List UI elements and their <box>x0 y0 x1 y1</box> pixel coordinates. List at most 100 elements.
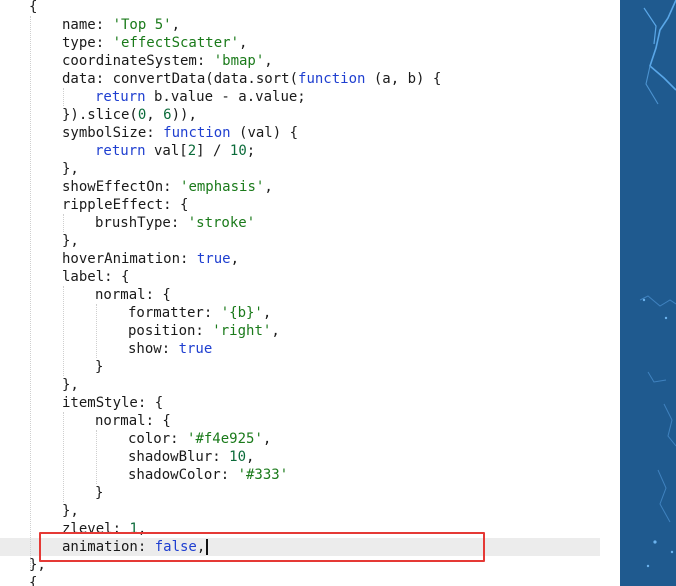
code-token: data: convertData(data.sort( <box>62 71 299 87</box>
code-token: function <box>163 125 231 141</box>
code-token: }).slice( <box>62 107 138 123</box>
code-line[interactable]: brushType: 'stroke' <box>0 214 600 232</box>
code-token: , <box>171 17 181 33</box>
code-text: name: 'Top 5', <box>62 16 180 34</box>
code-line[interactable]: symbolSize: function (val) { <box>0 124 600 142</box>
code-line[interactable]: }).slice(0, 6)), <box>0 106 600 124</box>
code-token: )), <box>171 107 197 123</box>
code-token: function <box>298 71 366 87</box>
map-preview-panel[interactable] <box>620 0 676 586</box>
code-text: } <box>95 358 103 376</box>
code-token: itemStyle: { <box>62 395 164 411</box>
code-token: 10 <box>229 143 247 159</box>
indent-guide <box>63 88 64 106</box>
code-token: , <box>262 431 272 447</box>
code-text: show: true <box>128 340 212 358</box>
code-line[interactable]: return val[2] / 10; <box>0 142 600 160</box>
code-token: '#f4e925' <box>187 431 263 447</box>
code-token: , <box>262 305 272 321</box>
code-token: position: <box>128 323 213 339</box>
code-text: }, <box>62 502 79 520</box>
code-line[interactable]: } <box>0 358 600 376</box>
code-token: rippleEffect: { <box>62 197 189 213</box>
code-token: , <box>271 323 280 339</box>
code-line[interactable]: }, <box>0 232 600 250</box>
code-line[interactable]: type: 'effectScatter', <box>0 34 600 52</box>
annotation-highlight-box <box>39 532 485 562</box>
code-token: coordinateSystem: <box>62 53 214 69</box>
code-line[interactable]: { <box>0 574 600 586</box>
code-token: { <box>29 575 38 586</box>
code-token: (a, b) { <box>365 71 442 87</box>
code-token: , <box>146 107 164 123</box>
editor-gutter <box>600 0 620 586</box>
code-line[interactable]: }, <box>0 160 600 178</box>
indent-guide <box>63 412 64 502</box>
code-line[interactable]: show: true <box>0 340 600 358</box>
code-token: 'stroke' <box>187 215 256 231</box>
code-token: , <box>264 179 273 195</box>
code-line[interactable]: name: 'Top 5', <box>0 16 600 34</box>
indent-guide <box>30 16 31 570</box>
code-line[interactable]: color: '#f4e925', <box>0 430 600 448</box>
code-line[interactable]: normal: { <box>0 412 600 430</box>
code-line[interactable]: data: convertData(data.sort(function (a,… <box>0 70 600 88</box>
code-token: (val) { <box>230 125 299 141</box>
code-line[interactable]: }, <box>0 376 600 394</box>
code-token: brushType: <box>95 215 188 231</box>
code-line[interactable]: normal: { <box>0 286 600 304</box>
indent-guide <box>63 214 64 232</box>
code-text: }).slice(0, 6)), <box>62 106 197 124</box>
code-text: }, <box>62 160 79 178</box>
code-text: } <box>95 484 103 502</box>
code-text: position: 'right', <box>128 322 280 340</box>
code-line[interactable]: } <box>0 484 600 502</box>
code-line[interactable]: label: { <box>0 268 600 286</box>
code-token: { <box>29 0 38 15</box>
code-line[interactable]: showEffectOn: 'emphasis', <box>0 178 600 196</box>
code-line[interactable]: formatter: '{b}', <box>0 304 600 322</box>
code-token: 'bmap' <box>213 53 265 69</box>
code-token: 'effectScatter' <box>112 35 240 51</box>
code-text: rippleEffect: { <box>62 196 188 214</box>
map-preview-icon <box>620 0 676 586</box>
code-text: type: 'effectScatter', <box>62 34 247 52</box>
code-text: return b.value - a.value; <box>95 88 306 106</box>
code-line[interactable]: itemStyle: { <box>0 394 600 412</box>
code-line[interactable]: shadowColor: '#333' <box>0 466 600 484</box>
code-text: normal: { <box>95 412 171 430</box>
code-line[interactable]: coordinateSystem: 'bmap', <box>0 52 600 70</box>
code-line[interactable]: return b.value - a.value; <box>0 88 600 106</box>
code-token: '{b}' <box>220 305 263 321</box>
code-line[interactable]: { <box>0 0 600 16</box>
code-token: true <box>196 251 231 267</box>
code-token: return <box>95 89 146 105</box>
code-line[interactable]: shadowBlur: 10, <box>0 448 600 466</box>
code-token: 'right' <box>212 323 272 339</box>
code-token: label: { <box>62 269 130 285</box>
indent-guide <box>96 430 97 484</box>
code-token: type: <box>62 35 113 51</box>
code-text: }, <box>62 376 79 394</box>
indent-guide <box>96 304 97 358</box>
code-text: label: { <box>62 268 129 286</box>
code-line[interactable]: hoverAnimation: true, <box>0 250 600 268</box>
code-text: itemStyle: { <box>62 394 163 412</box>
code-token: , <box>264 53 273 69</box>
code-token: name: <box>62 17 113 33</box>
code-token: normal: { <box>95 413 171 429</box>
code-text: formatter: '{b}', <box>128 304 271 322</box>
code-token: 2 <box>187 143 197 159</box>
code-text: coordinateSystem: 'bmap', <box>62 52 273 70</box>
code-token: return <box>95 143 146 159</box>
code-token: b.value - a.value; <box>145 89 306 105</box>
code-text: symbolSize: function (val) { <box>62 124 298 142</box>
code-line[interactable]: position: 'right', <box>0 322 600 340</box>
code-line[interactable]: rippleEffect: { <box>0 196 600 214</box>
code-line[interactable]: }, <box>0 502 600 520</box>
code-text: return val[2] / 10; <box>95 142 255 160</box>
code-editor[interactable]: {name: 'Top 5', type: 'effectScatter', coo… <box>0 0 600 586</box>
code-text: hoverAnimation: true, <box>62 250 239 268</box>
code-token: }, <box>62 233 79 249</box>
code-token: 6 <box>163 107 172 123</box>
